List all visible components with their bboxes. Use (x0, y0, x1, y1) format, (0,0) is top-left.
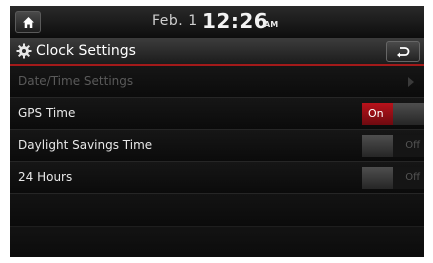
time-display: 12:26 (202, 9, 269, 33)
status-bar: Feb. 1 12:26 AM (10, 6, 424, 38)
settings-list: Date/Time Settings GPS Time On Daylight … (10, 66, 424, 257)
toggle-knob (362, 167, 393, 189)
toggle-knob (362, 135, 393, 157)
setting-daylight-savings-time[interactable]: Daylight Savings Time Off (10, 130, 424, 162)
head-unit-screen: Feb. 1 12:26 AM Clock Settings Date/Time… (10, 6, 424, 257)
home-button[interactable] (15, 11, 41, 33)
ampm-indicator: AM (264, 20, 279, 29)
setting-gps-time[interactable]: GPS Time On (10, 98, 424, 130)
toggle-off-label: Off (393, 167, 424, 189)
gps-time-toggle[interactable]: On (362, 103, 424, 125)
setting-label: Date/Time Settings (18, 74, 134, 88)
toggle-knob (393, 103, 424, 125)
setting-label: GPS Time (18, 106, 76, 120)
back-arrow-icon (397, 47, 410, 58)
setting-date-time-settings: Date/Time Settings (10, 66, 424, 98)
page-title: Clock Settings (36, 43, 136, 59)
24-hours-toggle[interactable]: Off (362, 167, 424, 189)
home-icon (23, 17, 34, 28)
gear-icon (16, 43, 32, 59)
setting-label: Daylight Savings Time (18, 138, 153, 152)
chevron-right-icon (408, 77, 414, 87)
daylight-savings-toggle[interactable]: Off (362, 135, 424, 157)
title-bar: Clock Settings (10, 38, 424, 66)
setting-24-hours[interactable]: 24 Hours Off (10, 162, 424, 194)
setting-label: 24 Hours (18, 170, 73, 184)
empty-row (10, 227, 424, 257)
toggle-off-label: Off (393, 135, 424, 157)
back-button[interactable] (386, 41, 420, 62)
empty-row (10, 194, 424, 227)
toggle-on-label: On (362, 103, 393, 125)
date-display: Feb. 1 (152, 13, 198, 29)
